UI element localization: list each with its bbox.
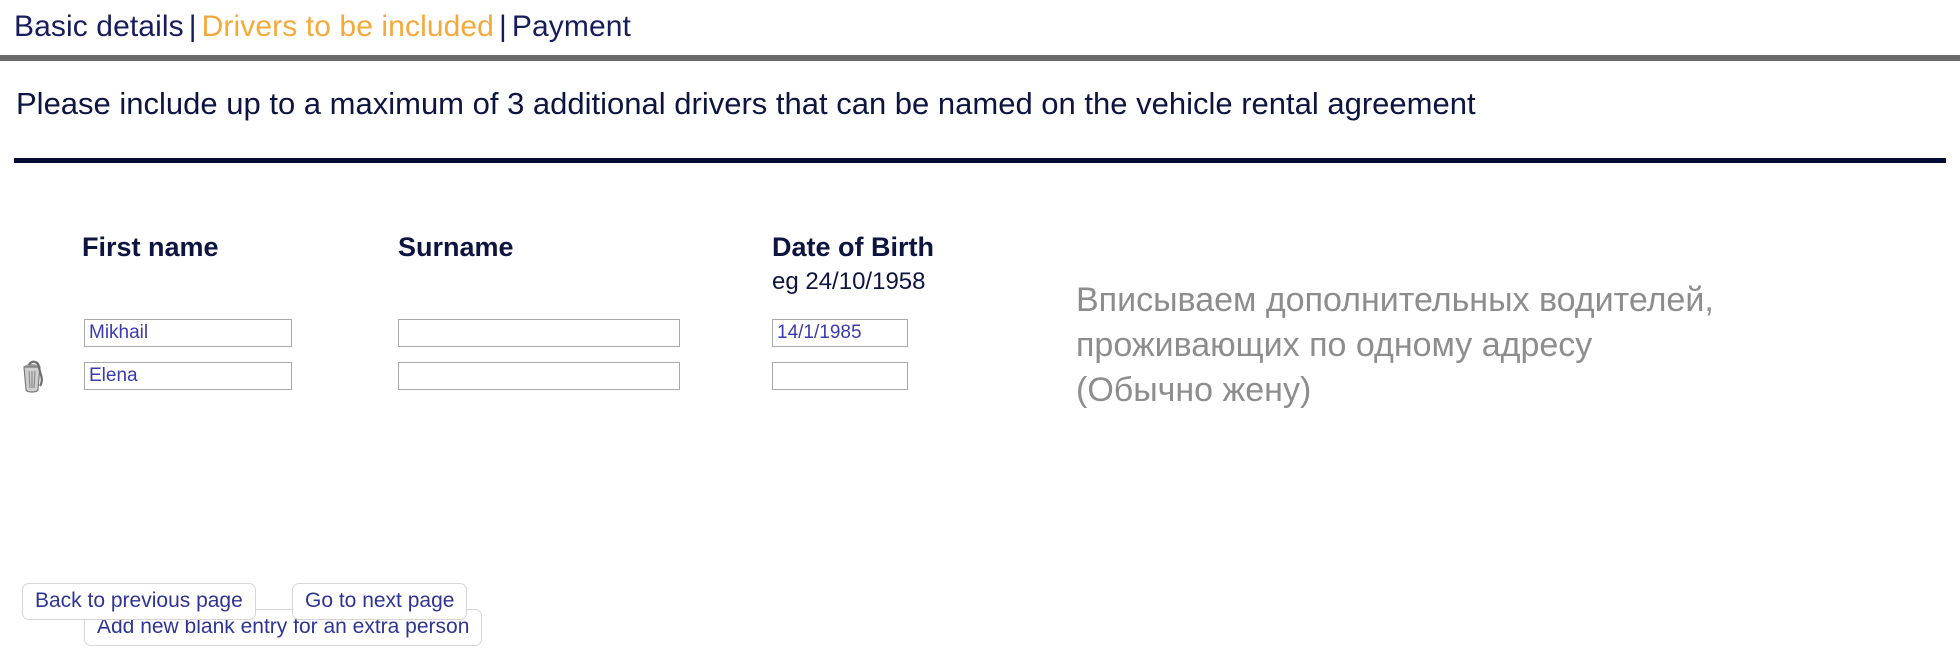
annotation-line-1: Вписываем дополнительных водителей, (1076, 281, 1714, 319)
surname-input-row-2[interactable] (398, 362, 680, 390)
breadcrumb: Basic details | Drivers to be included | Pay… (14, 8, 631, 46)
annotation-text: Вписываем дополнительных водителей, прож… (1076, 278, 1906, 413)
column-header-surname: Surname (398, 232, 514, 262)
breadcrumb-item-drivers[interactable]: Drivers to be included (202, 10, 494, 43)
annotation-line-2: проживающих по одному адресу (1076, 326, 1593, 364)
first-name-input-row-1[interactable] (84, 319, 292, 347)
breadcrumb-item-basic-details[interactable]: Basic details (14, 10, 184, 43)
back-to-previous-page-button[interactable]: Back to previous page (22, 583, 256, 620)
delete-row-button[interactable] (18, 359, 50, 393)
surname-input-row-1[interactable] (398, 319, 680, 347)
go-to-next-page-button[interactable]: Go to next page (292, 583, 468, 620)
date-of-birth-input-row-1[interactable] (772, 319, 908, 347)
divider-gray (0, 55, 1960, 61)
first-name-input-row-2[interactable] (84, 362, 292, 390)
instruction-text: Please include up to a maximum of 3 addi… (16, 86, 1476, 121)
divider-navy (14, 158, 1946, 163)
annotation-line-3: (Обычно жену) (1076, 371, 1312, 409)
breadcrumb-separator-1: | (188, 10, 197, 43)
date-of-birth-example: eg 24/10/1958 (772, 268, 926, 295)
column-header-first-name: First name (82, 232, 219, 262)
page-root: Basic details | Drivers to be included | Pay… (0, 0, 1960, 668)
trash-icon (23, 360, 43, 393)
column-header-date-of-birth: Date of Birth (772, 232, 934, 262)
breadcrumb-separator-2: | (498, 10, 507, 43)
date-of-birth-input-row-2[interactable] (772, 362, 908, 390)
breadcrumb-item-payment[interactable]: Payment (512, 10, 631, 43)
